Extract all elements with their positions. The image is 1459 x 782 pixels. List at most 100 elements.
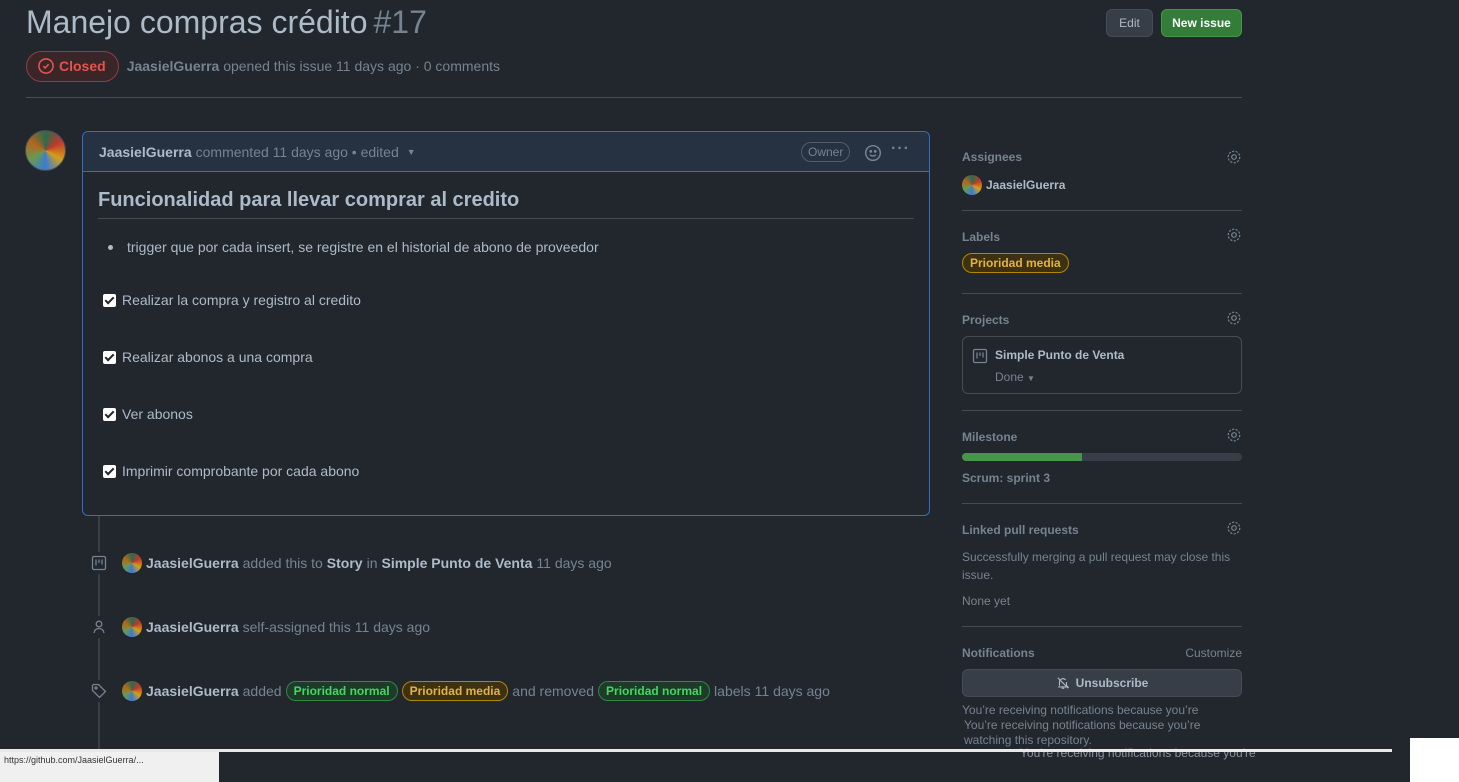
sidebar-divider	[962, 293, 1242, 294]
chevron-down-icon[interactable]: ▼	[407, 147, 416, 157]
sidebar-linked-prs: Linked pull requests Successfully mergin…	[962, 521, 1242, 621]
project-icon	[972, 348, 988, 364]
task-item: Ver abonos	[103, 406, 914, 422]
new-issue-button[interactable]: New issue	[1161, 9, 1242, 37]
notification-reason-text: You’re receiving notifications because y…	[962, 703, 1199, 717]
sidebar-projects: Projects	[962, 311, 1242, 331]
event-time[interactable]: 11 days ago	[755, 683, 830, 699]
list-item-text: trigger que por cada insert, se registre…	[127, 239, 599, 255]
linked-pr-description: Successfully merging a pull request may …	[962, 550, 1231, 582]
sidebar-heading[interactable]: Milestone	[962, 430, 1017, 444]
sidebar-divider	[962, 410, 1242, 411]
event-text: self-assigned this	[242, 619, 351, 635]
issue-comment: JaasielGuerra commented 11 days ago • ed…	[82, 131, 930, 516]
bell-slash-icon	[1057, 677, 1069, 689]
unsubscribe-label: Unsubscribe	[1075, 676, 1149, 690]
gear-icon[interactable]	[1226, 227, 1242, 243]
assignee-name: JaasielGuerra	[986, 178, 1066, 192]
sidebar-divider	[962, 503, 1242, 504]
task-label: Realizar abonos a una compra	[122, 349, 313, 365]
issue-author-link[interactable]: JaasielGuerra	[127, 58, 220, 74]
task-label: Imprimir comprobante por cada abono	[122, 463, 360, 479]
comment-body: Funcionalidad para llevar comprar al cre…	[83, 172, 929, 495]
sidebar-heading[interactable]: Assignees	[962, 150, 1022, 164]
unsubscribe-button[interactable]: Unsubscribe	[962, 669, 1242, 697]
checkbox-checked[interactable]	[103, 464, 116, 478]
label-badge[interactable]: Prioridad media	[401, 681, 509, 701]
checkbox-checked[interactable]	[103, 293, 116, 307]
milestone-progress-fill	[962, 453, 1083, 461]
kebab-menu-icon[interactable]: ···	[891, 140, 910, 158]
status-label: Closed	[59, 58, 106, 74]
label-badge[interactable]: Prioridad normal	[285, 681, 398, 701]
sidebar-assignees: Assignees JaasielGuerra	[962, 148, 1242, 208]
timeline-event-project: JaasielGuerra added this to Story in Sim…	[88, 552, 616, 574]
avatar[interactable]	[25, 130, 66, 171]
sidebar-heading: Notifications	[962, 646, 1035, 660]
label-badge[interactable]: Prioridad media	[962, 253, 1069, 273]
comment-header: JaasielGuerra commented 11 days ago • ed…	[83, 132, 929, 172]
project-column-link[interactable]: Story	[327, 555, 363, 571]
issue-closed-icon	[38, 58, 54, 74]
status-url: https://github.com/JaasielGuerra/...	[0, 752, 219, 782]
smiley-icon[interactable]	[864, 144, 882, 162]
gear-icon[interactable]	[1226, 427, 1242, 443]
tag-icon	[88, 680, 110, 702]
issue-number: #17	[373, 4, 427, 40]
comment-meta[interactable]: commented 11 days ago • edited	[196, 144, 399, 160]
project-status: Done	[995, 370, 1024, 384]
checkbox-checked[interactable]	[103, 350, 116, 364]
assignee-item[interactable]: JaasielGuerra	[962, 175, 1065, 195]
label-badge[interactable]: Prioridad normal	[598, 681, 711, 701]
task-item: Realizar la compra y registro al credito	[103, 292, 914, 308]
bullet-icon	[108, 244, 113, 250]
task-item: Imprimir comprobante por cada abono	[103, 463, 914, 479]
avatar[interactable]	[122, 553, 142, 573]
issue-page: Manejo compras crédito #17 Edit New issue…	[0, 0, 1459, 782]
gear-icon[interactable]	[1226, 149, 1242, 165]
milestone-link[interactable]: Scrum: sprint 3	[962, 471, 1050, 485]
event-user-link[interactable]: JaasielGuerra	[146, 683, 239, 699]
issue-meta: Closed JaasielGuerra opened this issue 1…	[26, 50, 500, 82]
checkbox-checked[interactable]	[103, 407, 116, 421]
notification-reason-text: You’re receiving notifications because y…	[964, 718, 1201, 732]
edit-button[interactable]: Edit	[1106, 9, 1153, 37]
notification-reason: You’re receiving notifications because y…	[962, 703, 1252, 748]
sidebar-notifications: Notifications Customize	[962, 644, 1242, 664]
owner-badge: Owner	[801, 142, 851, 162]
chevron-down-icon: ▼	[1027, 374, 1035, 383]
event-text: added this to	[242, 555, 323, 571]
issue-title: Manejo compras crédito #17	[26, 4, 427, 41]
issue-title-text: Manejo compras crédito	[26, 4, 368, 40]
avatar[interactable]	[122, 617, 142, 637]
event-user-link[interactable]: JaasielGuerra	[146, 619, 239, 635]
sidebar-heading[interactable]: Linked pull requests	[962, 523, 1079, 537]
sidebar-heading[interactable]: Projects	[962, 313, 1009, 327]
sidebar-milestone: Milestone	[962, 428, 1242, 448]
milestone-progress	[962, 453, 1242, 461]
event-time[interactable]: 11 days ago	[536, 555, 611, 571]
task-label: Ver abonos	[122, 406, 193, 422]
project-card: Simple Punto de Venta Done ▼	[962, 336, 1242, 394]
list-item: trigger que por cada insert, se registre…	[108, 239, 914, 255]
avatar[interactable]	[122, 681, 142, 701]
event-user-link[interactable]: JaasielGuerra	[146, 555, 239, 571]
project-link[interactable]: Simple Punto de Venta	[995, 348, 1124, 362]
issue-meta-text: JaasielGuerra opened this issue 11 days …	[127, 58, 500, 74]
project-status-dropdown[interactable]: Done ▼	[995, 370, 1035, 384]
linked-pr-none: None yet	[962, 594, 1011, 608]
issue-header: Manejo compras crédito #17 Edit New issue	[26, 4, 1242, 44]
event-time[interactable]: 11 days ago	[355, 619, 430, 635]
project-link[interactable]: Simple Punto de Venta	[382, 555, 533, 571]
customize-link[interactable]: Customize	[1185, 646, 1242, 660]
project-icon	[88, 552, 110, 574]
sidebar-heading[interactable]: Labels	[962, 230, 1000, 244]
person-icon	[88, 616, 110, 638]
gear-icon[interactable]	[1226, 520, 1242, 536]
gear-icon[interactable]	[1226, 310, 1242, 326]
sidebar-divider	[962, 210, 1242, 211]
event-text: labels	[714, 683, 751, 699]
event-text: in	[366, 555, 378, 571]
timeline-event-labels: JaasielGuerra added Prioridad normal Pri…	[88, 680, 834, 702]
comment-author-link[interactable]: JaasielGuerra	[99, 144, 192, 160]
